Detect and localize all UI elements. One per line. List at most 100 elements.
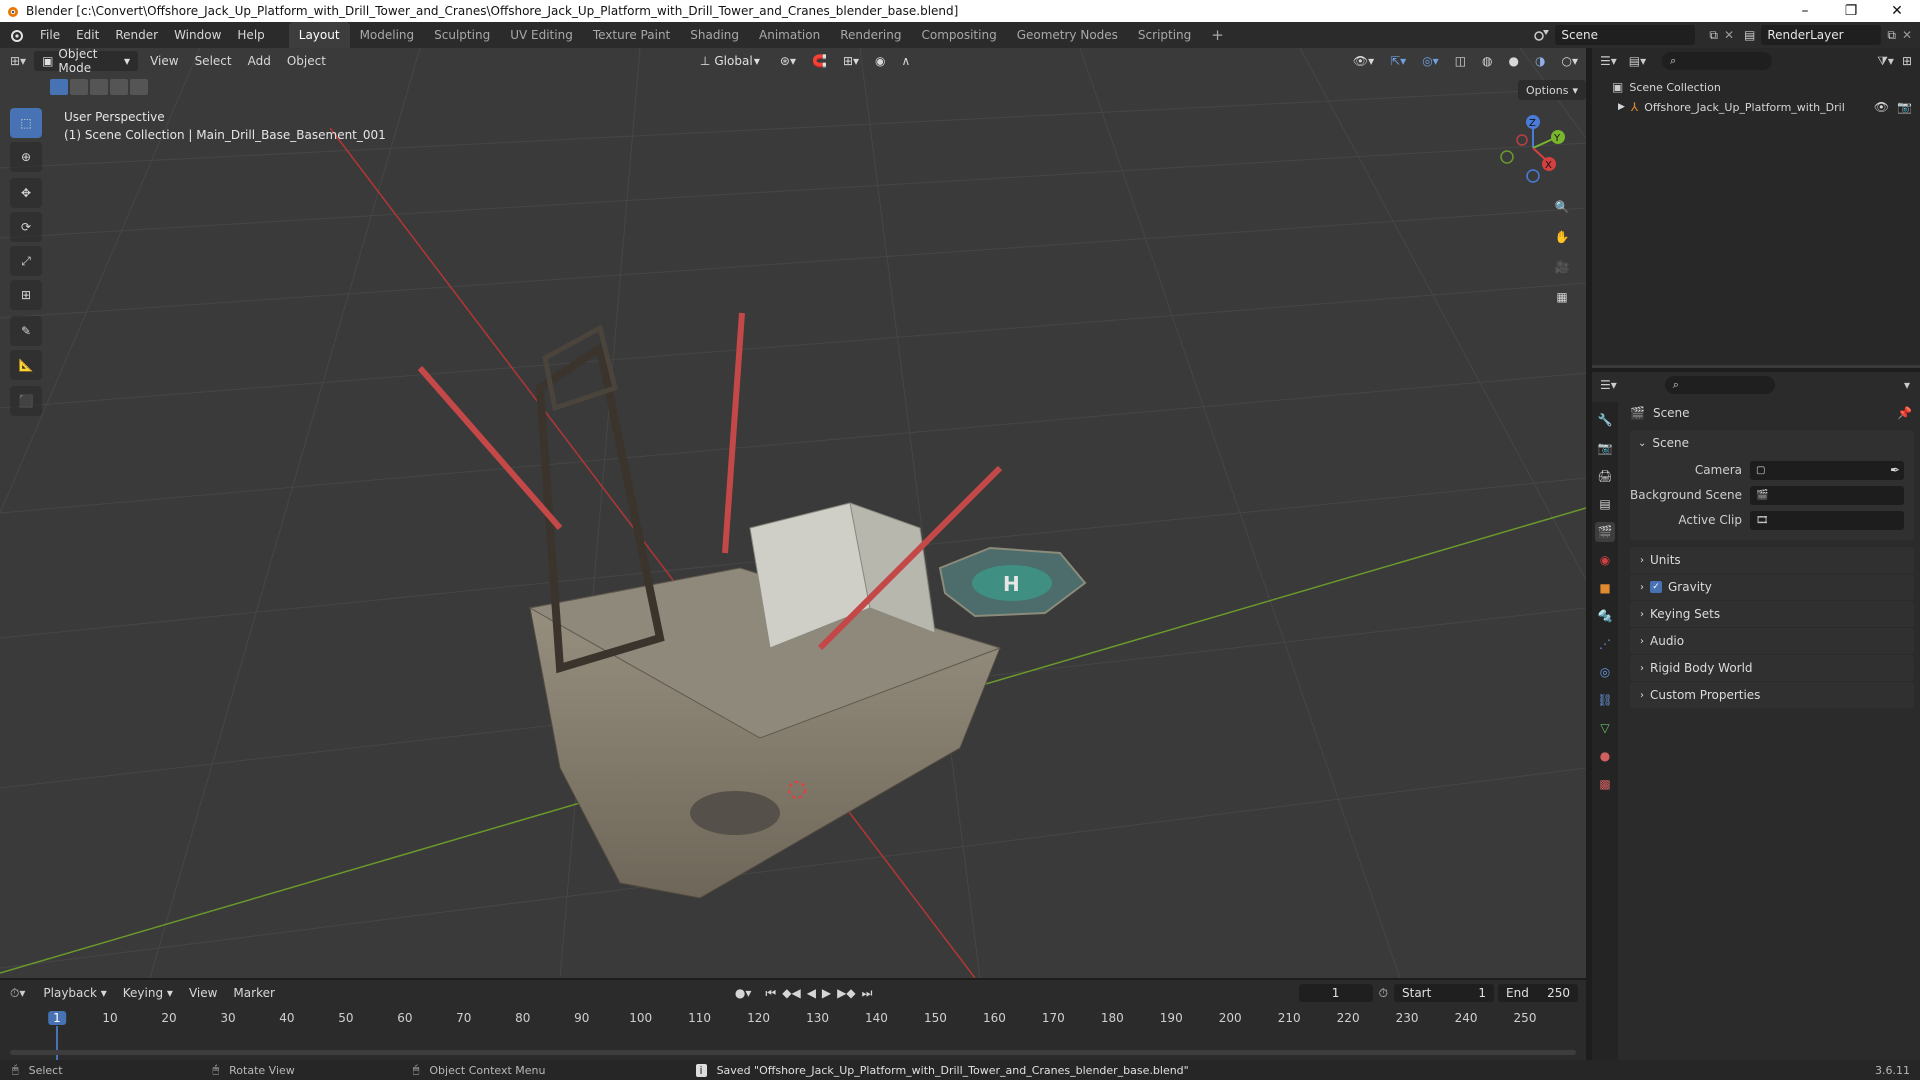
cursor-tool[interactable]: ⊕ [10, 142, 42, 172]
delete-layer-icon[interactable]: ✕ [1902, 28, 1912, 42]
new-layer-icon[interactable]: ⧉ [1887, 28, 1896, 43]
tab-rendering[interactable]: Rendering [830, 22, 911, 48]
select-box-tool[interactable]: ⬚ [10, 108, 42, 138]
object-tab-icon[interactable]: ■ [1595, 578, 1615, 598]
pivot-icon[interactable]: ⊛▾ [772, 54, 804, 68]
viewport-menu-view[interactable]: View [142, 54, 186, 68]
select-intersect-icon[interactable] [130, 79, 148, 95]
blender-menu-icon[interactable] [8, 27, 24, 43]
panel-custom-properties[interactable]: › Custom Properties [1630, 682, 1914, 708]
select-extend-icon[interactable] [70, 79, 88, 95]
render-tab-icon[interactable]: 📷 [1595, 438, 1615, 458]
zoom-icon[interactable]: 🔍 [1549, 194, 1575, 220]
tab-animation[interactable]: Animation [749, 22, 830, 48]
tab-texture-paint[interactable]: Texture Paint [583, 22, 680, 48]
panel-gravity[interactable]: › ✓ Gravity [1630, 574, 1914, 600]
viewport-scene[interactable]: H [0, 48, 1586, 978]
visibility-icon[interactable]: 👁▾ [1345, 54, 1382, 68]
particles-tab-icon[interactable]: ⋰ [1595, 634, 1615, 654]
proportional-edit-icon[interactable]: ◉ [867, 54, 893, 68]
new-collection-icon[interactable]: ⊞ [1902, 54, 1912, 68]
menu-window[interactable]: Window [166, 22, 229, 48]
wireframe-shading-icon[interactable]: ◍ [1474, 54, 1500, 68]
display-mode-icon[interactable]: ▤▾ [1629, 54, 1646, 68]
properties-editor-icon[interactable]: ☰▾ [1600, 378, 1617, 392]
view-layer-tab-icon[interactable]: ▤ [1595, 494, 1615, 514]
close-button[interactable]: ✕ [1874, 3, 1920, 19]
scale-tool[interactable]: ⤢ [10, 246, 42, 276]
outliner-row-object[interactable]: ▶ ⅄ Offshore_Jack_Up_Platform_with_Drill… [1618, 98, 1918, 116]
pin-icon[interactable]: 📌 [1897, 406, 1912, 420]
xray-icon[interactable]: ◫ [1447, 54, 1474, 68]
camera-view-icon[interactable]: 🎥 [1549, 254, 1575, 280]
timeline-scrollbar[interactable] [10, 1050, 1576, 1055]
solid-shading-icon[interactable]: ● [1501, 54, 1527, 68]
material-tab-icon[interactable]: ● [1595, 746, 1615, 766]
pan-hand-icon[interactable]: ✋ [1549, 224, 1575, 250]
mode-selector[interactable]: ▣ Object Mode ▾ [34, 48, 139, 75]
tool-tab-icon[interactable]: 🔧 [1595, 410, 1615, 430]
gizmo-toggle-icon[interactable]: ⇱▾ [1382, 54, 1414, 68]
falloff-icon[interactable]: ∧ [894, 54, 919, 68]
overlay-toggle-icon[interactable]: ◎▾ [1414, 54, 1447, 68]
properties-search[interactable]: ⌕ [1664, 376, 1775, 394]
eye-visibility-icon[interactable]: 👁 [1874, 100, 1889, 114]
minimize-button[interactable]: – [1782, 3, 1828, 19]
expand-arrow-icon[interactable]: ▶ [1618, 102, 1625, 112]
measure-tool[interactable]: 📐 [10, 350, 42, 380]
panel-keying-sets[interactable]: › Keying Sets [1630, 601, 1914, 627]
tab-geometry-nodes[interactable]: Geometry Nodes [1007, 22, 1128, 48]
tab-modeling[interactable]: Modeling [350, 22, 425, 48]
filter-icon[interactable]: ⧩▾ [1877, 54, 1894, 69]
viewport-menu-add[interactable]: Add [240, 54, 279, 68]
gizmo-neg-x[interactable] [1516, 134, 1528, 146]
annotate-tool[interactable]: ✎ [10, 316, 42, 346]
tab-shading[interactable]: Shading [680, 22, 749, 48]
gizmo-neg-z[interactable] [1526, 169, 1540, 183]
constraints-tab-icon[interactable]: ⛓ [1595, 690, 1615, 710]
outliner-editor-icon[interactable]: ☰▾ [1600, 54, 1617, 68]
tab-sculpting[interactable]: Sculpting [424, 22, 500, 48]
collapse-icon[interactable]: ▾ [1904, 378, 1910, 392]
current-frame-indicator[interactable]: 1 [48, 1011, 66, 1025]
gizmo-neg-y[interactable] [1500, 150, 1514, 164]
snap-icon[interactable]: 🧲 [804, 54, 835, 68]
output-tab-icon[interactable]: 🖨 [1595, 466, 1615, 486]
render-layer-selector[interactable]: RenderLayer [1761, 25, 1882, 45]
panel-rigid-body-world[interactable]: › Rigid Body World [1630, 655, 1914, 681]
data-tab-icon[interactable]: ▽ [1595, 718, 1615, 738]
maximize-button[interactable]: ❐ [1828, 3, 1874, 19]
tab-uv-editing[interactable]: UV Editing [500, 22, 583, 48]
add-cube-tool[interactable]: ⬛ [10, 386, 42, 416]
rotate-tool[interactable]: ⟳ [10, 212, 42, 242]
menu-help[interactable]: Help [229, 22, 272, 48]
camera-field[interactable]: ▢ ✒ [1750, 460, 1904, 480]
rendered-shading-icon[interactable]: ○▾ [1554, 54, 1587, 68]
scene-selector[interactable]: Scene [1555, 25, 1696, 45]
3d-viewport[interactable]: H ⊞▾ ▣ Object Mode ▾ View Select Add Obj… [0, 48, 1586, 978]
menu-render[interactable]: Render [107, 22, 166, 48]
ortho-grid-icon[interactable]: ▦ [1549, 284, 1575, 310]
editor-type-icon[interactable]: ⊞▾ [10, 54, 26, 68]
transform-orientation-selector[interactable]: ⊥ Global ▾ [692, 51, 768, 71]
outliner-divider[interactable] [1592, 365, 1920, 368]
panel-audio[interactable]: › Audio [1630, 628, 1914, 654]
render-camera-icon[interactable]: 📷 [1897, 100, 1912, 114]
navigation-gizmo[interactable]: Z Y X [1490, 110, 1570, 190]
select-invert-icon[interactable] [110, 79, 128, 95]
outliner-search[interactable]: ⌕ [1662, 52, 1773, 70]
physics-tab-icon[interactable]: ◎ [1595, 662, 1615, 682]
material-shading-icon[interactable]: ◑ [1527, 54, 1553, 68]
texture-tab-icon[interactable]: ▩ [1595, 774, 1615, 794]
move-tool[interactable]: ✥ [10, 178, 42, 208]
tab-layout[interactable]: Layout [288, 22, 350, 48]
transform-tool[interactable]: ⊞ [10, 280, 42, 310]
scene-icon[interactable] [1533, 27, 1551, 43]
menu-file[interactable]: File [32, 22, 68, 48]
eyedropper-icon[interactable]: ✒ [1890, 463, 1900, 477]
platform-model[interactable]: H [417, 312, 1087, 899]
scene-panel-header[interactable]: ⌄ Scene [1630, 430, 1914, 456]
options-button[interactable]: Options ▾ [1518, 80, 1586, 100]
timeline-ruler[interactable]: 1 10 20 30 40 50 60 70 80 90 100 110 120 130 140 150 160… [0, 980, 1586, 1060]
background-scene-field[interactable]: 🎬 [1750, 485, 1904, 505]
